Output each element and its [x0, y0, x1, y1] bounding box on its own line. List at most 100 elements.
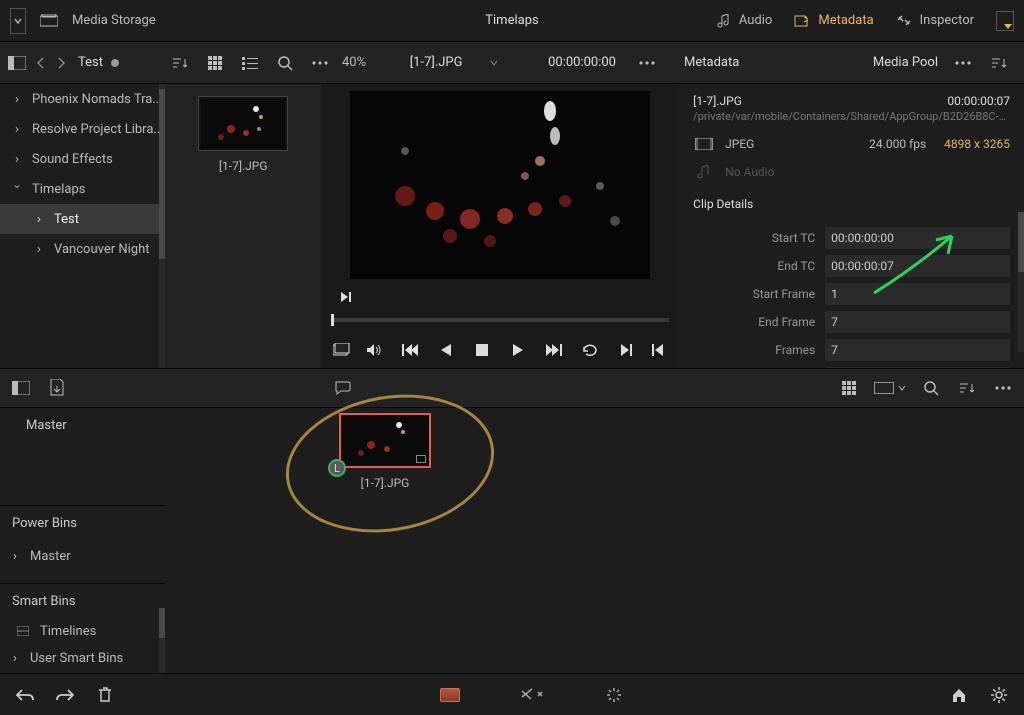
more-icon[interactable]	[309, 52, 330, 74]
pool-sidebar-toggle-icon[interactable]	[10, 377, 32, 399]
playhead[interactable]	[331, 314, 334, 326]
start-tc-label: Start TC	[693, 231, 815, 245]
media-page-icon[interactable]	[439, 684, 461, 706]
speaker-icon[interactable]	[363, 339, 385, 361]
meta-fps: 24.000 fps	[869, 137, 926, 151]
metadata-tab[interactable]: Metadata	[794, 13, 873, 28]
smart-bins-header[interactable]: Smart Bins	[0, 583, 165, 619]
inspector-label: Inspector	[920, 13, 974, 28]
metadata-more-icon[interactable]	[952, 52, 974, 74]
meta-timecode: 00:00:00:07	[947, 94, 1010, 108]
trash-icon[interactable]	[94, 684, 116, 706]
thumb-panel: [1-7].JPG	[165, 84, 321, 368]
home-icon[interactable]	[948, 684, 970, 706]
list-view-icon[interactable]	[240, 52, 261, 74]
audio-tab[interactable]: Audio	[717, 13, 772, 28]
media-storage-icon[interactable]	[38, 10, 60, 32]
annotation-icon[interactable]	[332, 377, 354, 399]
audio-icon	[717, 14, 731, 28]
start-frame-label: Start Frame	[693, 287, 815, 301]
loading-spinner-icon[interactable]	[603, 684, 625, 706]
redo-icon[interactable]	[54, 684, 76, 706]
pool-more-icon[interactable]	[992, 377, 1014, 399]
power-bins-header[interactable]: Power Bins	[0, 505, 165, 541]
master-bin-label[interactable]: Master	[0, 408, 165, 443]
play-icon[interactable]	[507, 339, 529, 361]
metadata-scrollbar[interactable]	[1018, 212, 1024, 352]
grid-view-icon[interactable]	[205, 52, 226, 74]
project-title: Timelaps	[345, 13, 680, 28]
pool-sort-icon[interactable]	[956, 377, 978, 399]
rate-value[interactable]: 24.000	[825, 367, 1010, 368]
viewer-timeline[interactable]	[321, 308, 679, 332]
storage-thumbnail[interactable]	[198, 96, 288, 151]
media-pool-dropdown[interactable]: Media Pool	[873, 55, 938, 70]
viewer-more-icon[interactable]	[636, 52, 658, 74]
tree-item-phoenix[interactable]: ›Phoenix Nomads Tra...	[0, 84, 165, 114]
tree-label: Master	[30, 549, 71, 564]
nav-back-icon[interactable]	[34, 52, 48, 74]
media-storage-tab[interactable]: Media Storage	[72, 13, 156, 28]
tree-label: User Smart Bins	[30, 651, 123, 666]
viewer-canvas[interactable]	[350, 91, 650, 279]
smart-bin-timelines[interactable]: Timelines	[0, 619, 165, 643]
start-frame-value[interactable]: 1	[825, 283, 1010, 305]
power-bins-master[interactable]: ›Master	[0, 541, 165, 571]
gear-icon[interactable]	[988, 684, 1010, 706]
skip-next-icon[interactable]	[647, 339, 669, 361]
meta-no-audio: No Audio	[725, 165, 774, 179]
mid-region: ›Phoenix Nomads Tra... ›Resolve Project …	[0, 84, 1024, 368]
loop-icon[interactable]	[579, 339, 601, 361]
stop-icon[interactable]	[471, 339, 493, 361]
media-pool[interactable]: L [1-7].JPG	[165, 408, 1024, 673]
cut-page-icon[interactable]	[521, 684, 543, 706]
frames-value[interactable]: 7	[825, 339, 1010, 361]
viewer-mode-icon[interactable]	[331, 339, 353, 361]
search-icon[interactable]	[274, 52, 295, 74]
viewer-filename-dropdown-icon[interactable]	[483, 52, 505, 74]
import-icon[interactable]	[46, 377, 68, 399]
tree-item-vancouver[interactable]: ›Vancouver Night	[0, 234, 165, 264]
nav-fwd-icon[interactable]	[54, 52, 68, 74]
tree-label: Sound Effects	[32, 152, 113, 167]
metadata-sort-icon[interactable]	[988, 52, 1010, 74]
start-tc-value[interactable]: 00:00:00:00	[825, 227, 1010, 249]
tree-item-test[interactable]: ›Test	[0, 204, 165, 234]
video-codec-icon	[693, 133, 715, 155]
tree-label: Timelaps	[32, 182, 85, 197]
undo-icon[interactable]	[14, 684, 36, 706]
next-frame-icon[interactable]	[335, 286, 357, 308]
user-smart-bins[interactable]: ›User Smart Bins	[0, 643, 165, 673]
inspector-tab[interactable]: Inspector	[896, 13, 974, 28]
pool-clip-thumbnail[interactable]	[339, 413, 431, 468]
bins-sidebar: Master Power Bins ›Master Smart Bins Tim…	[0, 408, 165, 673]
prev-icon[interactable]	[435, 339, 457, 361]
top-dropdown-button[interactable]	[996, 11, 1014, 31]
top-back-button[interactable]	[10, 8, 26, 34]
metadata-label: Metadata	[818, 13, 873, 28]
goto-end-icon[interactable]	[543, 339, 565, 361]
clip-details-header[interactable]: Clip Details	[693, 197, 1010, 211]
goto-start-icon[interactable]	[399, 339, 421, 361]
sort-icon[interactable]	[170, 52, 191, 74]
bottom-bar	[0, 673, 1024, 715]
pool-search-icon[interactable]	[920, 377, 942, 399]
viewer-zoom[interactable]: 40%	[342, 55, 366, 70]
sidebar-toggle-icon[interactable]	[6, 52, 28, 74]
pool-grid-icon[interactable]	[838, 377, 860, 399]
skip-prev-icon[interactable]	[615, 339, 637, 361]
breadcrumb-test[interactable]: Test	[78, 55, 119, 70]
pool-clip-label: [1-7].JPG	[339, 476, 431, 490]
frames-label: Frames	[693, 343, 815, 357]
end-tc-value[interactable]: 00:00:00:07	[825, 255, 1010, 277]
aspect-icon[interactable]	[874, 377, 906, 399]
end-frame-value[interactable]: 7	[825, 311, 1010, 333]
viewer-timecode[interactable]: 00:00:00:00	[548, 55, 616, 70]
audio-label: Audio	[739, 13, 772, 28]
tree-item-sound-effects[interactable]: ›Sound Effects	[0, 144, 165, 174]
tree-scrollbar[interactable]	[159, 84, 165, 368]
tree-item-timelaps[interactable]: ›Timelaps	[0, 174, 165, 204]
pool-toolbar	[0, 368, 1024, 408]
inspector-icon	[896, 14, 912, 28]
tree-item-resolve[interactable]: ›Resolve Project Libra...	[0, 114, 165, 144]
